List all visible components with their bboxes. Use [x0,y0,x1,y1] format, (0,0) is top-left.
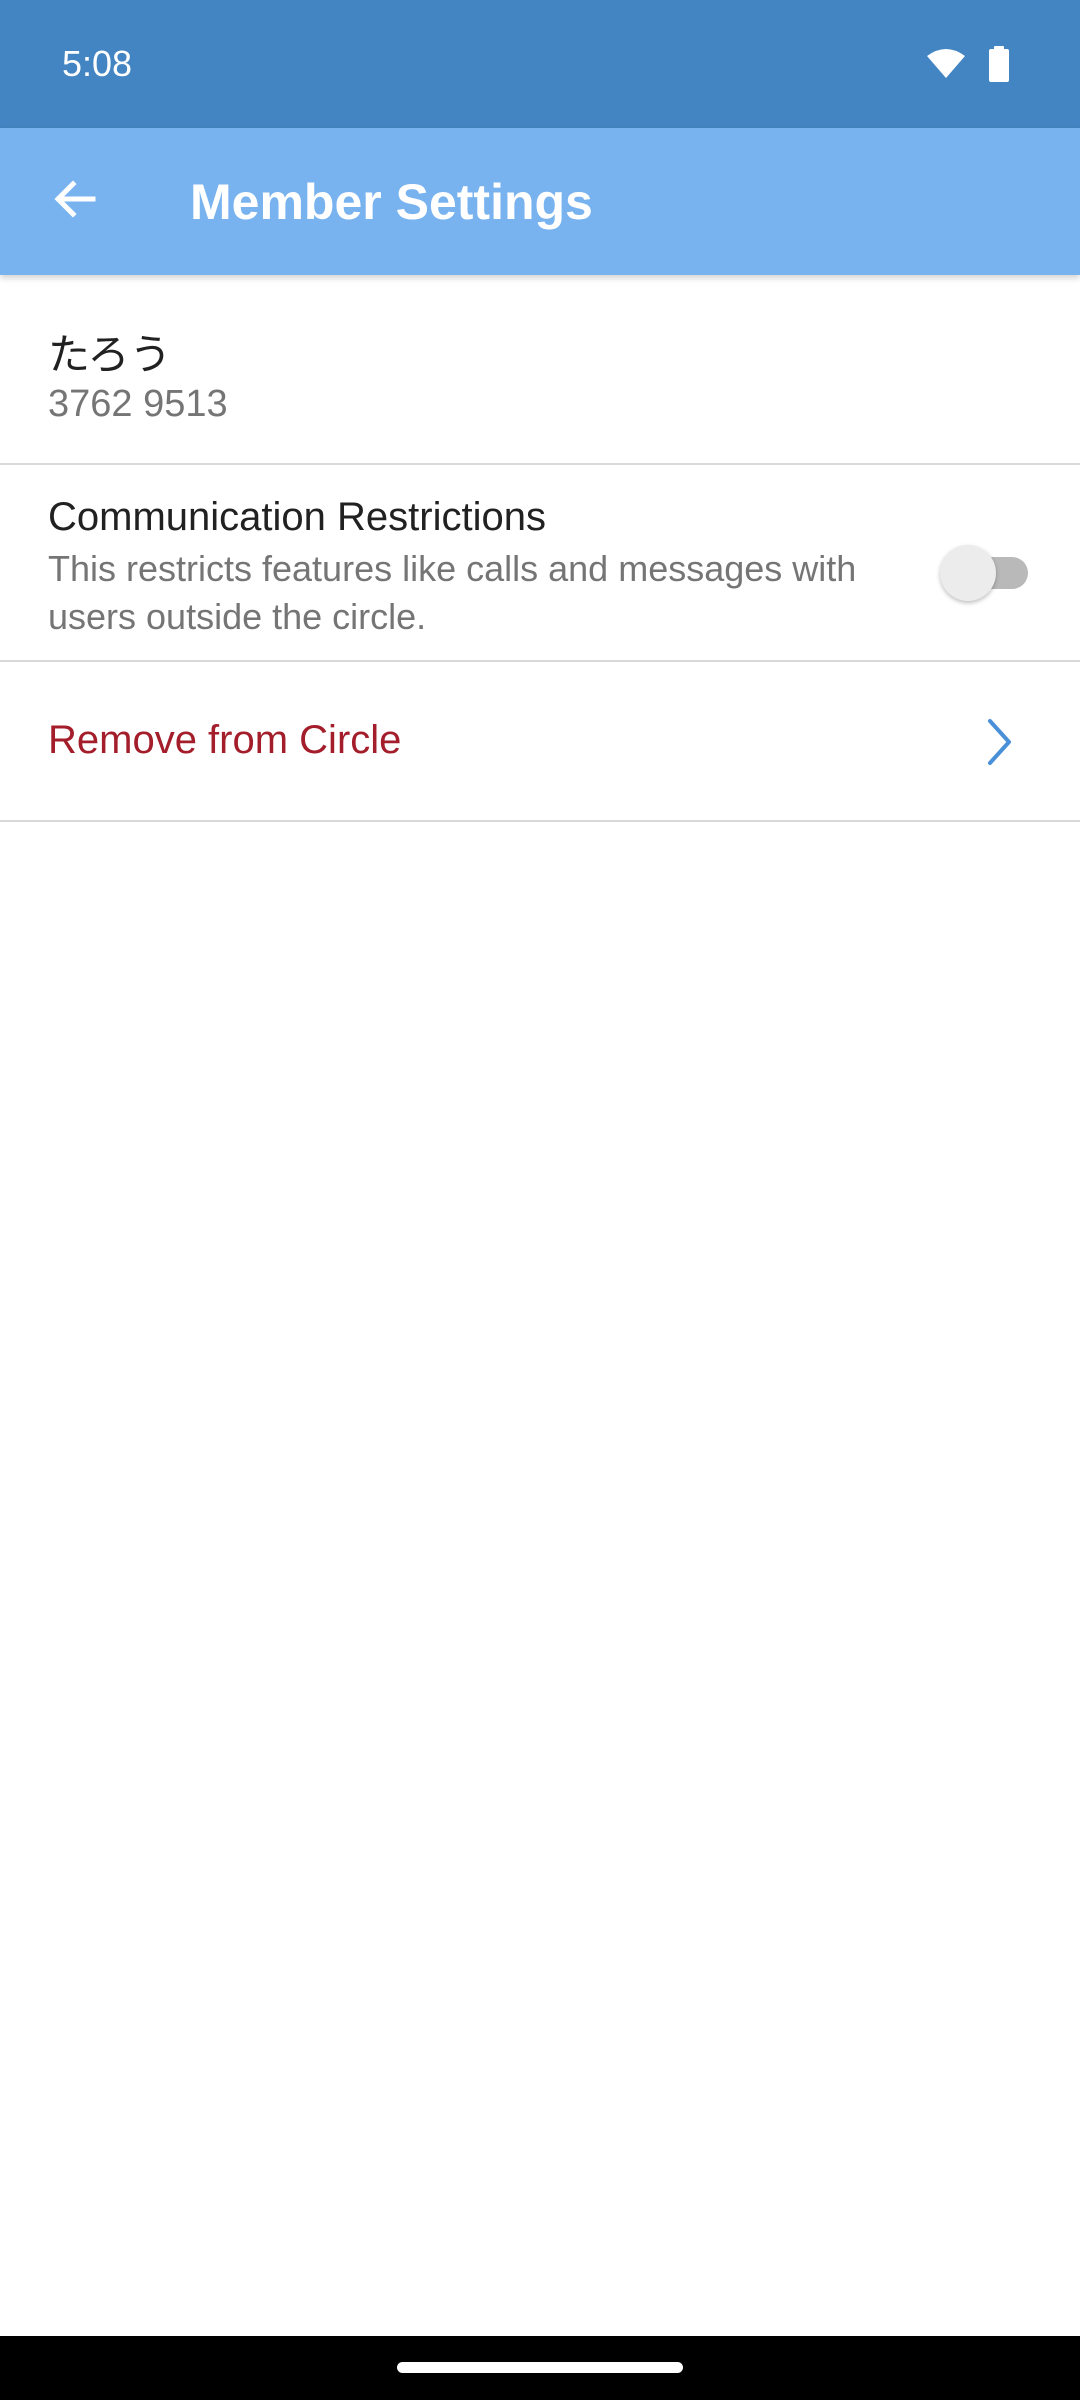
communication-restrictions-title: Communication Restrictions [48,495,546,539]
communication-restrictions-description: This restricts features like calls and m… [48,548,857,637]
battery-icon [988,46,1010,82]
member-settings-screen: 5:08 Member Settings たろう 3762 9513 Commu… [0,0,1080,2400]
toggle-thumb [940,545,996,601]
chevron-right-icon [985,717,1015,767]
member-name: たろう [48,331,172,378]
communication-restrictions-row: Communication Restrictions This restrict… [0,465,1080,662]
status-bar: 5:08 [0,0,1080,128]
page-title: Member Settings [190,173,593,230]
navigation-bar [0,2336,1080,2400]
settings-list: たろう 3762 9513 Communication Restrictions… [0,275,1080,822]
arrow-left-icon [51,175,99,228]
app-bar: Member Settings [0,128,1080,275]
member-info-row: たろう 3762 9513 [0,275,1080,465]
remove-from-circle-label: Remove from Circle [48,718,402,762]
status-icons [926,46,1010,82]
back-button[interactable] [0,128,150,275]
communication-restrictions-toggle[interactable] [940,545,1032,601]
member-id: 3762 9513 [48,383,228,425]
home-handle[interactable] [397,2362,683,2373]
status-time: 5:08 [62,43,133,84]
remove-from-circle-row[interactable]: Remove from Circle [0,662,1080,822]
wifi-icon [926,48,966,80]
